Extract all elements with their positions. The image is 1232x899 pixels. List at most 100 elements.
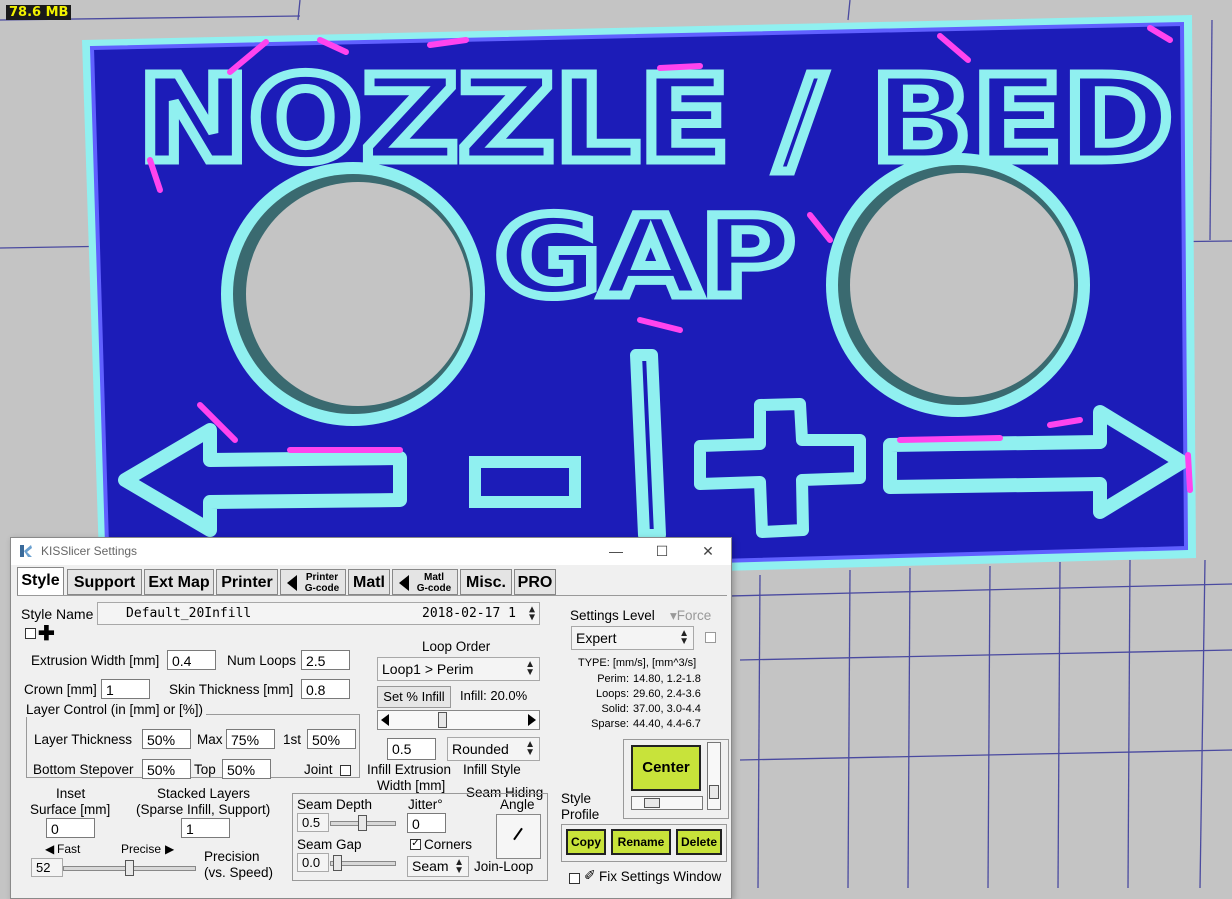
- bottom-stepover-label: Bottom Stepover: [33, 762, 134, 777]
- speed-row-name: Sparse:: [591, 718, 629, 730]
- settings-window: KISSlicer Settings — ☐ ✕ Style Support E…: [10, 537, 732, 899]
- plus-icon[interactable]: ✚: [38, 621, 55, 646]
- style-name-date: 2018-02-17 1: [422, 606, 516, 621]
- speed-row-value: 44.40, 4.4-6.7: [633, 718, 701, 730]
- style-name-label: Style Name: [21, 606, 94, 622]
- angle-needle-icon: [513, 827, 523, 841]
- inset-surface-input[interactable]: 0: [46, 818, 95, 838]
- speed-row: Loops: 29.60, 2.4-3.6: [577, 688, 717, 703]
- fix-window-checkbox[interactable]: [569, 873, 580, 884]
- skin-thickness-input[interactable]: 0.8: [301, 679, 350, 699]
- tab-ext-map[interactable]: Ext Map: [144, 569, 214, 595]
- chevron-updown-icon: ▲ ▼: [525, 659, 535, 678]
- extrusion-width-input[interactable]: 0.4: [167, 650, 216, 670]
- speed-row-name: Perim:: [597, 673, 629, 685]
- center-button[interactable]: Center: [631, 745, 701, 791]
- loop-order-select[interactable]: Loop1 > Perim ▲ ▼: [377, 657, 540, 681]
- slider-thumb[interactable]: [709, 785, 719, 799]
- seam-angle-dial[interactable]: [496, 814, 541, 859]
- tab-printer[interactable]: Printer: [216, 569, 278, 595]
- seam-gap-slider[interactable]: [330, 853, 396, 873]
- crown-label: Crown [mm]: [24, 682, 97, 697]
- window-title: KISSlicer Settings: [41, 544, 138, 558]
- close-button[interactable]: ✕: [685, 538, 731, 565]
- minimize-button[interactable]: —: [593, 538, 639, 565]
- num-loops-input[interactable]: 2.5: [301, 650, 350, 670]
- tab-pro[interactable]: PRO: [514, 569, 556, 595]
- chevron-down-icon: ▾: [670, 608, 677, 623]
- slider-thumb[interactable]: [644, 798, 660, 808]
- chevron-updown-icon: ▲ ▼: [528, 604, 535, 623]
- arrow-right-icon: ▶: [165, 842, 175, 856]
- speed-row-value: 29.60, 2.4-3.6: [633, 688, 701, 700]
- precision-label-1: Precision: [204, 849, 260, 864]
- stacked-layers-input[interactable]: 1: [181, 818, 230, 838]
- infill-style-select[interactable]: Rounded ▲ ▼: [447, 737, 540, 761]
- sliced-model: NOZZLE / BED GAP: [82, 15, 1196, 588]
- style-name-select[interactable]: Default_20Infill 2018-02-17 1 ▲ ▼: [97, 602, 540, 625]
- slider-thumb[interactable]: [438, 712, 447, 728]
- model-text-top: NOZZLE / BED: [138, 50, 1173, 188]
- settings-level-label: Settings Level: [570, 608, 655, 623]
- loop-order-value: Loop1 > Perim: [382, 661, 474, 677]
- vertical-slider[interactable]: [707, 742, 721, 810]
- precise-label: Precise: [121, 842, 162, 856]
- set-infill-button[interactable]: Set % Infill: [377, 686, 451, 708]
- crown-input[interactable]: 1: [101, 679, 150, 699]
- num-loops-label: Num Loops: [227, 653, 297, 668]
- joint-checkbox[interactable]: [340, 765, 351, 776]
- infill-width-input[interactable]: 0.5: [387, 738, 436, 760]
- tab-matl-gcode[interactable]: Matl G-code: [392, 569, 458, 595]
- window-titlebar[interactable]: KISSlicer Settings — ☐ ✕: [11, 538, 731, 565]
- style-profile-label-1: Style: [561, 791, 592, 806]
- top-label: Top: [194, 762, 216, 777]
- precision-label-2: (vs. Speed): [204, 865, 274, 880]
- tab-matl[interactable]: Matl: [348, 569, 390, 595]
- speed-row: Perim: 14.80, 1.2-1.8: [577, 673, 717, 688]
- precision-slider[interactable]: [63, 858, 196, 878]
- rename-button[interactable]: Rename: [611, 829, 671, 855]
- memory-usage: 78.6 MB: [6, 5, 72, 20]
- corners-checkbox[interactable]: ✓: [410, 839, 421, 850]
- jitter-label: Jitter°: [408, 797, 443, 812]
- style-panel: Style Name Default_20Infill 2018-02-17 1…: [17, 595, 729, 896]
- delete-button[interactable]: Delete: [676, 829, 722, 855]
- infill-width-label-1: Infill Extrusion: [367, 762, 452, 777]
- max-input[interactable]: 75%: [226, 729, 275, 749]
- layer-thickness-input[interactable]: 50%: [142, 729, 191, 749]
- chevron-updown-icon: ▲ ▼: [454, 857, 464, 876]
- infill-slider[interactable]: [377, 710, 540, 730]
- arrow-left-icon[interactable]: [381, 714, 389, 726]
- force-checkbox[interactable]: [705, 632, 716, 643]
- model-text-gap: GAP: [495, 193, 795, 321]
- tab-printer-gcode[interactable]: Printer G-code: [280, 569, 346, 595]
- slider-thumb[interactable]: [125, 860, 134, 876]
- slider-thumb[interactable]: [333, 855, 342, 871]
- maximize-button[interactable]: ☐: [639, 538, 685, 565]
- tab-support[interactable]: Support: [67, 569, 142, 595]
- horizontal-slider[interactable]: [631, 796, 703, 810]
- slider-thumb[interactable]: [358, 815, 367, 831]
- copy-button[interactable]: Copy: [566, 829, 606, 855]
- new-style-checkbox[interactable]: [25, 628, 36, 639]
- stacked-layers-label-2: (Sparse Infill, Support): [136, 802, 271, 817]
- arrow-left-icon: [399, 575, 409, 591]
- seam-select[interactable]: Seam ▲ ▼: [407, 856, 469, 877]
- type-header: TYPE: [mm/s], [mm^3/s]: [578, 657, 697, 669]
- bottom-stepover-input[interactable]: 50%: [142, 759, 191, 779]
- max-label: Max: [197, 732, 223, 747]
- fast-label: Fast: [57, 842, 81, 856]
- style-profile-label-2: Profile: [561, 807, 600, 822]
- settings-level-select[interactable]: Expert ▲ ▼: [571, 626, 694, 650]
- tab-misc[interactable]: Misc.: [460, 569, 512, 595]
- first-layer-input[interactable]: 50%: [307, 729, 356, 749]
- seam-depth-slider[interactable]: [330, 813, 396, 833]
- top-input[interactable]: 50%: [222, 759, 271, 779]
- arrow-right-icon[interactable]: [528, 714, 536, 726]
- tab-style[interactable]: Style: [17, 567, 64, 597]
- jitter-input[interactable]: 0: [407, 813, 446, 833]
- layer-control-label: Layer Control (in [mm] or [%]): [26, 702, 207, 717]
- pin-icon: ✐: [584, 867, 596, 883]
- settings-level-value: Expert: [576, 630, 617, 646]
- seam-depth-value: 0.5: [297, 813, 329, 832]
